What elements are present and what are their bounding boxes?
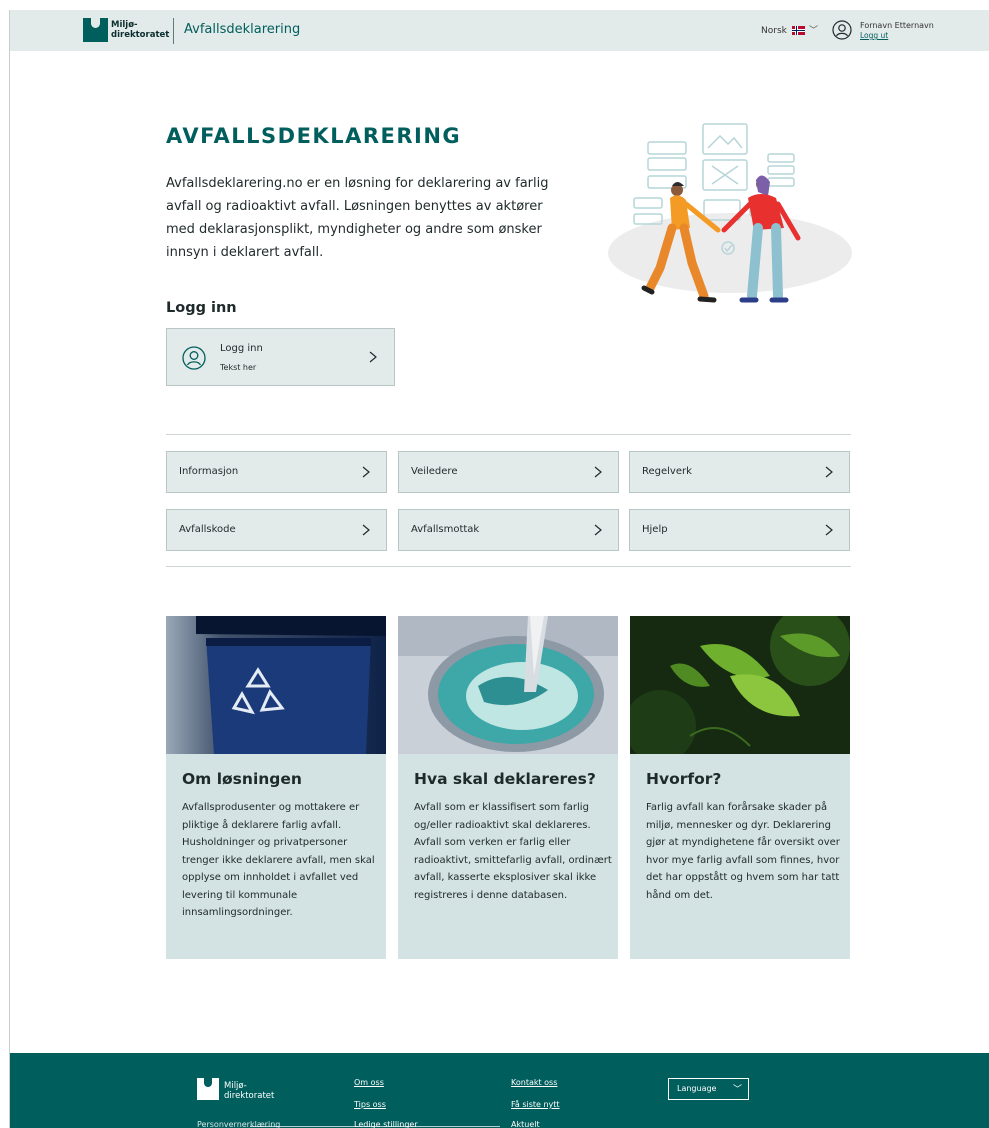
miljodirektoratet-logo-icon[interactable] [197, 1078, 219, 1100]
footer-link-om-oss[interactable]: Om oss [354, 1078, 384, 1087]
top-header: Miljø- direktoratet Avfallsdeklarering N… [10, 10, 989, 51]
nav-card-informasjon[interactable]: Informasjon [166, 451, 387, 493]
page-footer: Miljø- direktoratet Om oss Tips oss Ledi… [10, 1053, 989, 1128]
people-handshake-illustration [608, 123, 852, 303]
divider [166, 566, 851, 567]
language-select-value: Language [677, 1084, 717, 1093]
nav-card-label: Avfallsmottak [411, 524, 480, 535]
footer-link-kontakt-oss[interactable]: Kontakt oss [511, 1078, 557, 1087]
page-left-border [9, 10, 10, 1128]
nav-card-label: Hjelp [642, 524, 668, 535]
login-card-subtitle: Tekst her [220, 363, 257, 372]
logo-text[interactable]: Miljø- direktoratet [111, 20, 169, 40]
language-selector-label[interactable]: Norsk [761, 26, 787, 36]
paint-can-photo [398, 616, 618, 754]
user-name: Fornavn Etternavn [860, 21, 934, 30]
app-title[interactable]: Avfallsdeklarering [184, 22, 300, 37]
chevron-right-icon [362, 466, 370, 478]
nav-card-label: Veiledere [411, 466, 458, 477]
info-card-text: Avfallsprodusenter og mottakere er plikt… [182, 802, 375, 918]
info-card-hva-skal-deklareres[interactable]: Hva skal deklareres? Avfall som er klass… [398, 616, 618, 959]
hero-description: Avfallsdeklarering.no er en løsning for … [166, 176, 549, 260]
info-card-title: Hva skal deklareres? [414, 770, 596, 788]
recycle-bin-photo [166, 616, 386, 754]
login-card-title: Logg inn [220, 343, 263, 354]
chevron-down-icon: ﹀ [733, 1085, 743, 1095]
chevron-right-icon [594, 466, 602, 478]
footer-link-aktuelt[interactable]: Aktuelt [511, 1120, 540, 1128]
nav-card-hjelp[interactable]: Hjelp [629, 509, 850, 551]
nav-card-veiledere[interactable]: Veiledere [398, 451, 619, 493]
logo-divider [173, 18, 174, 44]
page-title: AVFALLSDEKLARERING [166, 124, 462, 148]
user-circle-icon [182, 346, 206, 370]
user-circle-icon[interactable] [832, 20, 852, 40]
chevron-down-icon[interactable]: ﹀ [809, 23, 818, 36]
nav-card-label: Informasjon [179, 466, 239, 477]
info-card-title: Om løsningen [182, 770, 302, 788]
chevron-right-icon [369, 351, 377, 363]
footer-language-select[interactable]: Language ﹀ [668, 1078, 749, 1100]
login-heading: Logg inn [166, 300, 237, 316]
info-card-title: Hvorfor? [646, 770, 722, 788]
divider [166, 434, 851, 435]
nav-card-avfallsmottak[interactable]: Avfallsmottak [398, 509, 619, 551]
miljodirektoratet-logo-icon[interactable] [83, 18, 108, 42]
nav-card-regelverk[interactable]: Regelverk [629, 451, 850, 493]
info-card-text: Farlig avfall kan forårsake skader på mi… [646, 802, 840, 901]
footer-logo-text[interactable]: Miljø- direktoratet [224, 1081, 274, 1101]
green-leaves-photo [630, 616, 850, 754]
nav-card-label: Regelverk [642, 466, 692, 477]
chevron-right-icon [825, 524, 833, 536]
info-card-text: Avfall som er klassifisert som farlig og… [414, 802, 612, 901]
login-button[interactable]: Logg inn Tekst her [166, 328, 395, 386]
chevron-right-icon [594, 524, 602, 536]
chevron-right-icon [825, 466, 833, 478]
footer-link-tips-oss[interactable]: Tips oss [354, 1100, 386, 1109]
footer-divider [250, 1126, 500, 1127]
info-card-om-losningen[interactable]: Om løsningen Avfallsprodusenter og motta… [166, 616, 386, 959]
nav-card-label: Avfallskode [179, 524, 236, 535]
nav-card-avfallskode[interactable]: Avfallskode [166, 509, 387, 551]
norway-flag-icon[interactable] [792, 26, 805, 35]
info-card-hvorfor[interactable]: Hvorfor? Farlig avfall kan forårsake ska… [630, 616, 850, 959]
footer-link-fa-siste-nytt[interactable]: Få siste nytt [511, 1100, 560, 1109]
logout-link[interactable]: Logg ut [860, 31, 888, 40]
chevron-right-icon [362, 524, 370, 536]
